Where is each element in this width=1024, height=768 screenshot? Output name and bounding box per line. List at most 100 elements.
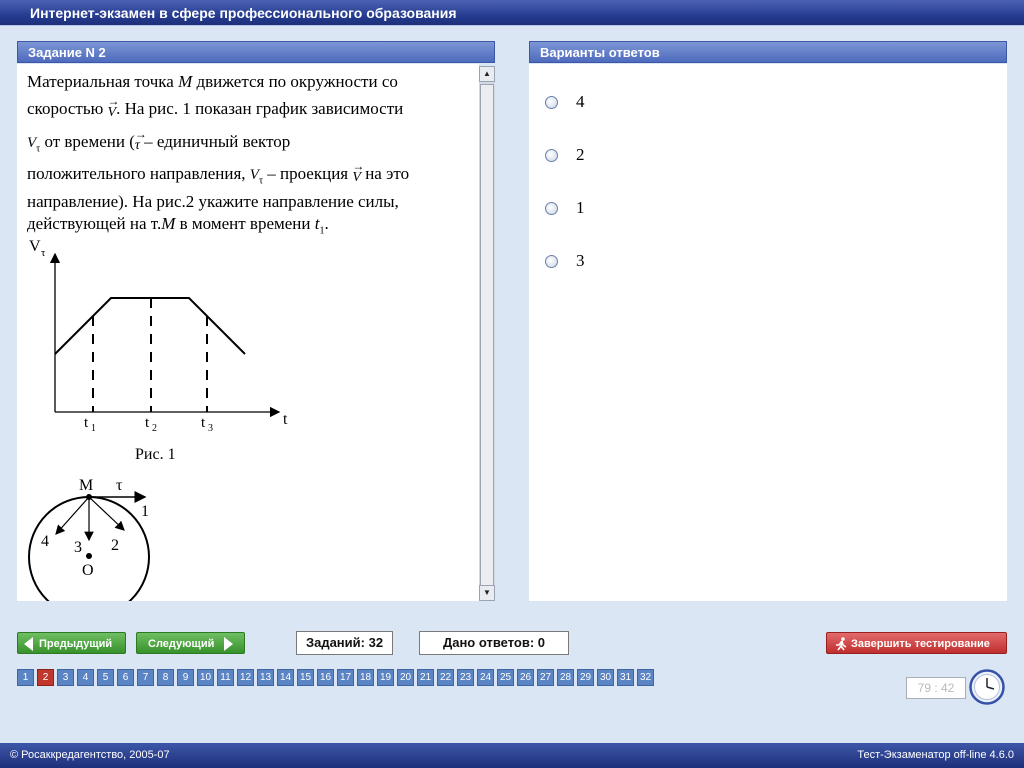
q-text: в момент времени (175, 214, 315, 233)
page-button-19[interactable]: 19 (377, 669, 394, 686)
page-button-4[interactable]: 4 (77, 669, 94, 686)
q-text: . На рис. 1 показан график зависимости (116, 99, 404, 118)
page-button-29[interactable]: 29 (577, 669, 594, 686)
vector-tau: τ (135, 127, 147, 153)
clock-icon (969, 669, 1005, 705)
fig1-x-label: t (283, 411, 288, 428)
fig1-y-sub: τ (41, 247, 46, 259)
page-button-20[interactable]: 20 (397, 669, 414, 686)
answer-option-3[interactable]: 1 (545, 198, 585, 218)
fig2-label-2: 2 (111, 537, 119, 554)
page-button-28[interactable]: 28 (557, 669, 574, 686)
footer-version: Тест-Экзаменатор off-line 4.6.0 (857, 749, 1014, 761)
fig2-arrow-2 (88, 496, 125, 531)
fig1-caption: Рис. 1 (135, 446, 176, 463)
vector-v: V (352, 159, 363, 185)
page-button-24[interactable]: 24 (477, 669, 494, 686)
q-text: от времени ( (40, 132, 135, 151)
q-var: M (161, 214, 176, 233)
finish-label: Завершить тестирование (851, 638, 990, 650)
page-button-30[interactable]: 30 (597, 669, 614, 686)
finish-button[interactable]: Завершить тестирование (826, 632, 1007, 654)
fig2-label-tau: τ (116, 477, 123, 494)
page-button-13[interactable]: 13 (257, 669, 274, 686)
prev-button[interactable]: Предыдущий (17, 632, 126, 654)
answer-option-4[interactable]: 3 (545, 251, 585, 271)
page-button-17[interactable]: 17 (337, 669, 354, 686)
next-label: Следующий (148, 638, 215, 650)
q-text: положительного направления, (27, 164, 250, 183)
page-button-5[interactable]: 5 (97, 669, 114, 686)
page-button-18[interactable]: 18 (357, 669, 374, 686)
q-text: . (324, 214, 329, 233)
page-button-15[interactable]: 15 (297, 669, 314, 686)
page-button-3[interactable]: 3 (57, 669, 74, 686)
page-button-23[interactable]: 23 (457, 669, 474, 686)
page-button-14[interactable]: 14 (277, 669, 294, 686)
fig2-label-o: O (82, 562, 94, 579)
footer: © Росаккредагентство, 2005-07 Тест-Экзам… (0, 743, 1024, 768)
scroll-down-icon[interactable]: ▼ (479, 585, 495, 601)
fig2-arrow-4 (55, 496, 90, 535)
page-button-27[interactable]: 27 (537, 669, 554, 686)
q-text: – проекция (263, 164, 353, 183)
fig2-circle: M τ 1 2 3 4 O (28, 477, 150, 601)
page-button-6[interactable]: 6 (117, 669, 134, 686)
q-text: – единичный вектор (139, 132, 291, 151)
scroll-up-icon[interactable]: ▲ (479, 66, 495, 82)
page-button-2[interactable]: 2 (37, 669, 54, 686)
fig2-label-4: 4 (41, 533, 49, 550)
answer-option-1[interactable]: 4 (545, 92, 585, 112)
page-button-32[interactable]: 32 (637, 669, 654, 686)
q-var: V (249, 167, 259, 183)
page-button-10[interactable]: 10 (197, 669, 214, 686)
vector-v: V (108, 94, 119, 120)
page-button-25[interactable]: 25 (497, 669, 514, 686)
fig2-center (86, 553, 92, 559)
radio-button[interactable] (545, 148, 558, 162)
radio-button[interactable] (545, 201, 558, 215)
fig1-graph: V τ t t 1 t 2 t 3 Рис. 1 (29, 238, 288, 463)
fig1-tick: t (145, 415, 150, 431)
question-scrollbar[interactable]: ▲ ▼ (479, 66, 495, 601)
window-title: Интернет-экзамен в сфере профессионально… (0, 0, 1024, 26)
next-button[interactable]: Следующий (136, 632, 245, 654)
page-button-12[interactable]: 12 (237, 669, 254, 686)
fig1-tick: t (84, 415, 89, 431)
task-pager: 1 2 3 4 5 6 7 8 9 10 11 12 13 14 15 16 17 18 19 20 21 22 23 24 2… (17, 669, 657, 686)
page-button-31[interactable]: 31 (617, 669, 634, 686)
fig2-label-m: M (79, 477, 93, 494)
page-button-9[interactable]: 9 (177, 669, 194, 686)
radio-button[interactable] (545, 95, 558, 109)
answers-header: Варианты ответов (529, 41, 1007, 63)
fig2-label-1: 1 (141, 503, 149, 520)
question-text: Материальная точка M движется по окружно… (27, 67, 477, 236)
fig1-tick-sub: 3 (208, 423, 213, 434)
page-button-22[interactable]: 22 (437, 669, 454, 686)
page-button-26[interactable]: 26 (517, 669, 534, 686)
fig1-tick-sub: 2 (152, 423, 157, 434)
page-button-16[interactable]: 16 (317, 669, 334, 686)
radio-button[interactable] (545, 254, 558, 268)
q-text: на это (360, 164, 410, 183)
q-text: скоростью (27, 99, 108, 118)
figures: V τ t t 1 t 2 t 3 Рис. 1 M τ 1 2 3 4 O (28, 238, 288, 601)
q-text: Материальная точка (27, 72, 179, 91)
prev-label: Предыдущий (39, 638, 113, 650)
answer-label: 4 (576, 92, 585, 111)
timer-display: 79 : 42 (906, 677, 966, 699)
answer-option-2[interactable]: 2 (545, 145, 585, 165)
page-button-11[interactable]: 11 (217, 669, 234, 686)
scroll-thumb[interactable] (480, 84, 494, 594)
q-var: V (27, 135, 37, 151)
question-header: Задание N 2 (17, 41, 495, 63)
answer-label: 2 (576, 145, 585, 164)
page-button-1[interactable]: 1 (17, 669, 34, 686)
page-button-8[interactable]: 8 (157, 669, 174, 686)
page-button-7[interactable]: 7 (137, 669, 154, 686)
arrow-right-icon (224, 637, 234, 652)
q-text: движется по окружности со (192, 72, 398, 91)
footer-copyright: © Росаккредагентство, 2005-07 (10, 749, 170, 761)
answers-body (529, 64, 1007, 601)
page-button-21[interactable]: 21 (417, 669, 434, 686)
